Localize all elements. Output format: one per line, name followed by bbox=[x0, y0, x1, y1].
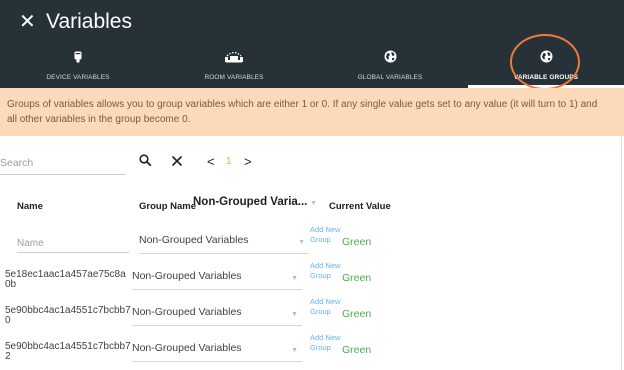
column-header-current-value: Current Value bbox=[329, 201, 391, 212]
next-page-button[interactable]: > bbox=[244, 154, 252, 169]
current-page-number[interactable]: 1 bbox=[226, 156, 232, 167]
info-banner-text: Groups of variables allows you to group … bbox=[7, 99, 598, 125]
chevron-down-icon: ▼ bbox=[310, 200, 317, 207]
current-value: Green bbox=[342, 344, 372, 356]
globe-icon bbox=[312, 50, 468, 64]
add-new-group-link[interactable]: Add New Group bbox=[310, 297, 344, 317]
previous-page-button[interactable]: < bbox=[207, 154, 215, 169]
tab-label: DEVICE VARIABLES bbox=[46, 74, 110, 81]
group-select-value: Non-Grouped Variables bbox=[132, 306, 242, 318]
info-banner: Groups of variables allows you to group … bbox=[0, 88, 624, 136]
chevron-down-icon: ▼ bbox=[291, 275, 298, 282]
group-select-value: Non-Grouped Variables bbox=[139, 234, 249, 246]
tab-variable-groups[interactable]: VARIABLE GROUPS bbox=[468, 44, 624, 88]
new-variable-name-input[interactable] bbox=[17, 234, 129, 253]
group-select[interactable]: Non-Grouped Variables ▼ bbox=[132, 306, 302, 326]
group-select-value: Non-Grouped Variables bbox=[132, 342, 242, 354]
variable-name: 5e90bbc4ac1a4551c7bcbb70 bbox=[5, 305, 131, 326]
column-header-group-name: Group Name bbox=[139, 201, 197, 212]
top-app-bar: ✕ Variables DEVICE VARIABLES ROOM VARIAB… bbox=[0, 0, 624, 88]
close-icon[interactable]: ✕ bbox=[19, 12, 36, 32]
search-input[interactable] bbox=[0, 152, 126, 175]
group-select[interactable]: Non-Grouped Variables ▼ bbox=[132, 270, 302, 290]
group-select[interactable]: Non-Grouped Variables ▼ bbox=[139, 234, 309, 254]
new-variable-row: Non-Grouped Variables ▼ Add New Group Gr… bbox=[0, 225, 624, 262]
add-new-group-link[interactable]: Add New Group bbox=[310, 333, 344, 353]
tab-label: ROOM VARIABLES bbox=[204, 74, 264, 81]
group-filter-select[interactable]: Non-Grouped Varia... ▼ bbox=[193, 196, 323, 214]
current-value: Green bbox=[342, 236, 372, 248]
search-icon[interactable] bbox=[139, 154, 152, 172]
current-value: Green bbox=[342, 272, 372, 284]
chevron-down-icon: ▼ bbox=[298, 239, 305, 246]
room-icon bbox=[156, 50, 312, 64]
table-row: 5e90bbc4ac1a4551c7bcbb70 Non-Grouped Var… bbox=[0, 297, 624, 334]
device-icon bbox=[0, 50, 156, 64]
page-title: Variables bbox=[46, 10, 132, 33]
toolbar: < 1 > bbox=[0, 150, 624, 178]
scroll-edge-divider bbox=[621, 136, 622, 370]
add-new-group-link[interactable]: Add New Group bbox=[310, 225, 344, 245]
tab-bar: DEVICE VARIABLES ROOM VARIABLES GLOBAL V… bbox=[0, 44, 624, 88]
title-row: ✕ Variables bbox=[0, 0, 624, 44]
tab-device-variables[interactable]: DEVICE VARIABLES bbox=[0, 44, 156, 88]
chevron-down-icon: ▼ bbox=[291, 311, 298, 318]
clear-search-icon[interactable] bbox=[171, 154, 183, 172]
table-header: Name Group Name Non-Grouped Varia... ▼ C… bbox=[0, 195, 624, 217]
globe-icon bbox=[468, 50, 624, 64]
add-new-group-link[interactable]: Add New Group bbox=[310, 261, 344, 281]
tab-room-variables[interactable]: ROOM VARIABLES bbox=[156, 44, 312, 88]
group-select[interactable]: Non-Grouped Variables ▼ bbox=[132, 342, 302, 362]
chevron-down-icon: ▼ bbox=[291, 347, 298, 354]
current-value: Green bbox=[342, 308, 372, 320]
variable-name: 5e18ec1aac1a457ae75c8a0b bbox=[5, 269, 126, 290]
tab-label: GLOBAL VARIABLES bbox=[357, 74, 423, 81]
table-row: 5e18ec1aac1a457ae75c8a0b Non-Grouped Var… bbox=[0, 261, 624, 298]
tab-global-variables[interactable]: GLOBAL VARIABLES bbox=[312, 44, 468, 88]
tab-label: VARIABLE GROUPS bbox=[513, 74, 579, 81]
group-select-value: Non-Grouped Variables bbox=[132, 270, 242, 282]
table-row: 5e90bbc4ac1a4551c7bcbb72 Non-Grouped Var… bbox=[0, 333, 624, 370]
group-filter-value: Non-Grouped Varia... bbox=[193, 196, 308, 208]
column-header-name: Name bbox=[17, 201, 43, 212]
variable-name: 5e90bbc4ac1a4551c7bcbb72 bbox=[5, 341, 131, 362]
